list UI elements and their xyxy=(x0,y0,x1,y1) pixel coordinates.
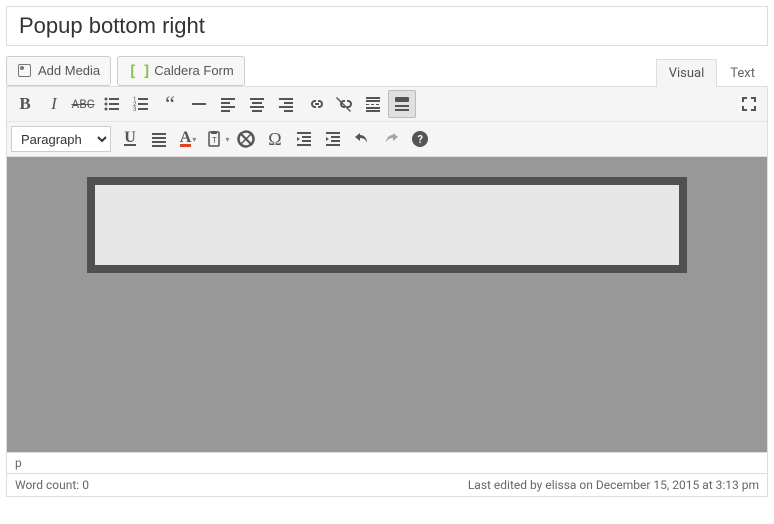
add-media-button[interactable]: Add Media xyxy=(6,56,111,86)
svg-text:3: 3 xyxy=(133,106,136,113)
status-bar: Word count: 0 Last edited by elissa on D… xyxy=(6,474,768,497)
last-edited: Last edited by elissa on December 15, 20… xyxy=(468,478,759,492)
outdent-button[interactable] xyxy=(290,125,318,153)
link-button[interactable] xyxy=(301,90,329,118)
quote-button[interactable]: “ xyxy=(156,90,184,118)
post-title-input[interactable] xyxy=(6,6,768,46)
underline-button[interactable]: U xyxy=(116,125,144,153)
strike-button[interactable]: ABC xyxy=(69,90,97,118)
bullet-list-button[interactable] xyxy=(98,90,126,118)
unlink-button[interactable] xyxy=(330,90,358,118)
content-box[interactable] xyxy=(87,177,687,273)
clear-format-button[interactable] xyxy=(232,125,260,153)
align-right-button[interactable] xyxy=(272,90,300,118)
fullscreen-button[interactable] xyxy=(735,90,763,118)
toolbar-toggle-button[interactable] xyxy=(388,90,416,118)
element-path: p xyxy=(6,453,768,474)
undo-button[interactable] xyxy=(348,125,376,153)
redo-button[interactable] xyxy=(377,125,405,153)
text-color-button[interactable]: A xyxy=(174,125,202,153)
help-button[interactable]: ? xyxy=(406,125,434,153)
paste-text-button[interactable]: T xyxy=(203,125,231,153)
editor-canvas[interactable] xyxy=(6,156,768,453)
caldera-form-button[interactable]: [ ] Caldera Form xyxy=(117,56,245,86)
camera-icon xyxy=(17,63,33,79)
caldera-icon: [ ] xyxy=(128,62,149,80)
caldera-form-label: Caldera Form xyxy=(154,62,233,80)
tab-text[interactable]: Text xyxy=(717,59,768,87)
word-count: Word count: 0 xyxy=(15,478,89,492)
format-select[interactable]: Paragraph xyxy=(11,126,111,152)
hr-button[interactable] xyxy=(185,90,213,118)
svg-text:?: ? xyxy=(418,133,424,146)
justify-button[interactable] xyxy=(145,125,173,153)
read-more-button[interactable] xyxy=(359,90,387,118)
align-left-button[interactable] xyxy=(214,90,242,118)
editor-toolbar: B I ABC 123 “ Paragraph U A T Ω ? xyxy=(6,86,768,156)
indent-button[interactable] xyxy=(319,125,347,153)
special-char-button[interactable]: Ω xyxy=(261,125,289,153)
add-media-label: Add Media xyxy=(38,62,100,80)
italic-button[interactable]: I xyxy=(40,90,68,118)
align-center-button[interactable] xyxy=(243,90,271,118)
svg-text:T: T xyxy=(212,136,217,145)
number-list-button[interactable]: 123 xyxy=(127,90,155,118)
bold-button[interactable]: B xyxy=(11,90,39,118)
editor-tabs: Visual Text xyxy=(656,58,768,87)
tab-visual[interactable]: Visual xyxy=(656,59,718,87)
